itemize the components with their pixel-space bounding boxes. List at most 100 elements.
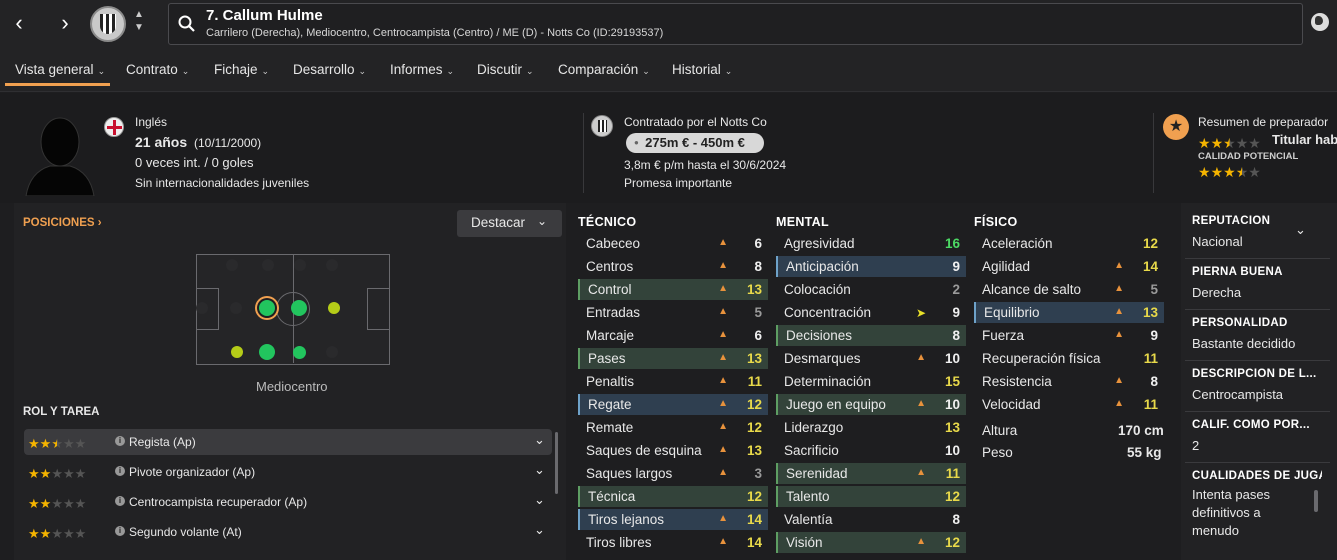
attribute-row[interactable]: Valentía 8 <box>776 509 966 530</box>
tab-comparacion[interactable]: Comparación ⌄ <box>558 62 650 77</box>
pitch-position-label: Mediocentro <box>256 379 328 394</box>
trend-up-icon: ▲ <box>718 398 728 409</box>
attribute-name: Control <box>588 282 632 297</box>
world-icon[interactable] <box>1311 13 1329 31</box>
tab-informes[interactable]: Informes ⌄ <box>390 62 454 77</box>
nationality-flag-icon <box>104 117 124 137</box>
active-tab-indicator <box>5 83 110 86</box>
trend-up-icon: ▲ <box>718 444 728 455</box>
attribute-row[interactable]: Regate ▲ 12 <box>578 394 768 415</box>
attribute-row[interactable]: Centros ▲ 8 <box>578 256 768 277</box>
attribute-row[interactable]: Determinación 15 <box>776 371 966 392</box>
technical-header: TÉCNICO <box>578 215 637 229</box>
transfer-value-badge[interactable]: ● 275m € - 450m € <box>626 133 764 153</box>
tab-desarrollo[interactable]: Desarrollo ⌄ <box>293 62 366 77</box>
attribute-row[interactable]: Liderazgo 13 <box>776 417 966 438</box>
chevron-down-icon[interactable]: ⌄ <box>1295 222 1306 238</box>
attribute-row[interactable]: Serenidad ▲ 11 <box>776 463 966 484</box>
role-item[interactable]: ★★★★★ i Centrocampista recuperador (Ap) ⌄ <box>24 489 552 515</box>
trend-up-icon: ▲ <box>1114 329 1124 340</box>
attribute-row[interactable]: Anticipación 9 <box>776 256 966 277</box>
attribute-row[interactable]: Remate ▲ 12 <box>578 417 768 438</box>
attribute-row[interactable]: Talento 12 <box>776 486 966 507</box>
roles-header: ROL Y TAREA <box>23 406 100 418</box>
highlight-dropdown[interactable]: Destacar ⌄ <box>457 210 562 237</box>
attribute-name: Centros <box>586 259 634 274</box>
search-icon <box>178 15 195 32</box>
tab-fichaje[interactable]: Fichaje ⌄ <box>214 62 269 77</box>
attribute-row[interactable]: Pases ▲ 13 <box>578 348 768 369</box>
attribute-name: Concentración <box>784 305 872 320</box>
attribute-row[interactable]: Visión ▲ 12 <box>776 532 966 553</box>
attribute-row[interactable]: Aceleración 12 <box>974 233 1164 254</box>
attribute-row[interactable]: Saques largos ▲ 3 <box>578 463 768 484</box>
attribute-row[interactable]: Saques de esquina ▲ 13 <box>578 440 768 461</box>
attribute-row[interactable]: Alcance de salto ▲ 5 <box>974 279 1164 300</box>
attribute-row[interactable]: Velocidad ▲ 11 <box>974 394 1164 415</box>
position-dot <box>291 300 307 316</box>
forward-icon[interactable]: › <box>52 10 78 36</box>
attribute-value: 14 <box>746 535 762 550</box>
position-dot <box>294 259 306 271</box>
attribute-row[interactable]: Resistencia ▲ 8 <box>974 371 1164 392</box>
roles-scrollbar[interactable] <box>555 432 558 494</box>
attribute-name: Recuperación física <box>982 351 1101 366</box>
tab-historial[interactable]: Historial ⌄ <box>672 62 732 77</box>
attribute-row[interactable]: Colocación 2 <box>776 279 966 300</box>
attribute-row[interactable]: Entradas ▲ 5 <box>578 302 768 323</box>
attribute-row[interactable]: Tiros libres ▲ 14 <box>578 532 768 553</box>
trend-up-icon: ▲ <box>718 421 728 432</box>
tab-vista-general[interactable]: Vista general ⌄ <box>15 62 105 77</box>
attribute-row[interactable]: Desmarques ▲ 10 <box>776 348 966 369</box>
attribute-row[interactable]: Sacrificio 10 <box>776 440 966 461</box>
chevron-down-icon[interactable]: ⌄ <box>534 432 545 448</box>
tab-contrato[interactable]: Contrato ⌄ <box>126 62 189 77</box>
squad-status: Promesa importante <box>624 176 733 190</box>
attribute-row[interactable]: Decisiones 8 <box>776 325 966 346</box>
attribute-name: Resistencia <box>982 374 1052 389</box>
attribute-value: 13 <box>746 351 762 366</box>
attribute-row[interactable]: Recuperación física 11 <box>974 348 1164 369</box>
attribute-row[interactable]: Equilibrio ▲ 13 <box>974 302 1164 323</box>
attribute-name: Pases <box>588 351 626 366</box>
nationality: Inglés <box>135 115 168 129</box>
attribute-row[interactable]: Control ▲ 13 <box>578 279 768 300</box>
attribute-row[interactable]: Juego en equipo ▲ 10 <box>776 394 966 415</box>
attribute-row[interactable]: Tiros lejanos ▲ 14 <box>578 509 768 530</box>
attribute-name: Serenidad <box>786 466 848 481</box>
chevron-down-icon[interactable]: ⌄ <box>534 522 545 538</box>
attribute-row[interactable]: Fuerza ▲ 9 <box>974 325 1164 346</box>
attribute-row[interactable]: Agilidad ▲ 14 <box>974 256 1164 277</box>
positions-link[interactable]: POSICIONES › <box>23 217 102 229</box>
back-icon[interactable]: ‹ <box>6 10 32 36</box>
attribute-name: Colocación <box>784 282 851 297</box>
attribute-name: Agilidad <box>982 259 1031 274</box>
club-crest-icon[interactable] <box>90 6 126 42</box>
attribute-row[interactable]: Técnica 12 <box>578 486 768 507</box>
chevron-down-icon[interactable]: ⌄ <box>534 492 545 508</box>
club-switch-icon[interactable]: ▲ ▼ <box>134 8 144 34</box>
date-of-birth: (10/11/2000) <box>194 136 262 150</box>
attribute-row[interactable]: Marcaje ▲ 6 <box>578 325 768 346</box>
attribute-row[interactable]: Penaltis ▲ 11 <box>578 371 768 392</box>
position-dot <box>196 302 208 314</box>
attribute-value: 12 <box>944 489 960 504</box>
attribute-row[interactable]: Agresividad 16 <box>776 233 966 254</box>
role-item[interactable]: ★★★★★ i Pivote organizador (Ap) ⌄ <box>24 459 552 485</box>
position-dot <box>326 346 338 358</box>
trend-up-icon: ▲ <box>1114 375 1124 386</box>
tab-discutir[interactable]: Discutir ⌄ <box>477 62 534 77</box>
role-item[interactable]: ★★★★★ i Regista (Ap) ⌄ <box>24 429 552 455</box>
player-search-box[interactable]: 7. Callum Hulme Carrilero (Derecha), Med… <box>168 3 1303 45</box>
attribute-row[interactable]: Cabeceo ▲ 6 <box>578 233 768 254</box>
role-name: Centrocampista recuperador (Ap) <box>129 495 308 509</box>
attribute-row[interactable]: Concentración ➤ 9 <box>776 302 966 323</box>
details-scrollbar[interactable] <box>1314 490 1318 512</box>
trend-up-icon: ▲ <box>718 375 728 386</box>
role-item[interactable]: ★★★★★ i Segundo volante (At) ⌄ <box>24 519 552 545</box>
trend-up-icon: ▲ <box>916 352 926 363</box>
divider <box>1185 411 1330 412</box>
player-positions: Carrilero (Derecha), Mediocentro, Centro… <box>206 27 664 39</box>
chevron-down-icon[interactable]: ⌄ <box>534 462 545 478</box>
position-dot <box>231 346 243 358</box>
